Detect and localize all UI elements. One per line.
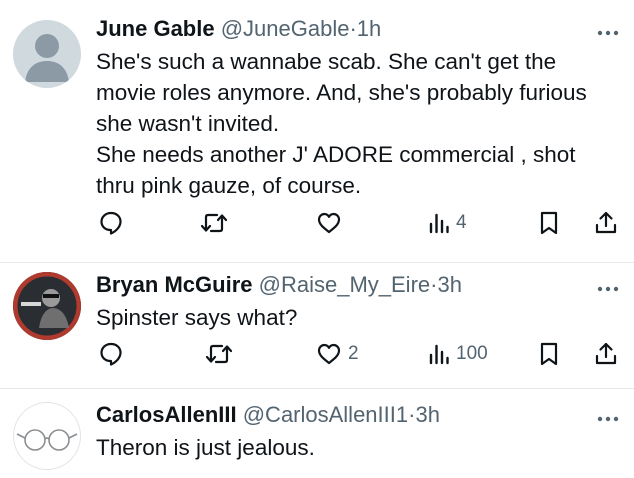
share-icon bbox=[595, 342, 617, 365]
like-icon bbox=[317, 212, 341, 234]
display-name[interactable]: Bryan McGuire bbox=[96, 272, 253, 297]
views-button[interactable]: 4 bbox=[428, 208, 467, 238]
repost-button[interactable] bbox=[200, 208, 234, 238]
display-name[interactable]: CarlosAllenIII bbox=[96, 402, 237, 427]
user-handle[interactable]: @JuneGable bbox=[221, 16, 350, 41]
repost-icon bbox=[200, 213, 228, 233]
views-button[interactable]: 100 bbox=[428, 339, 488, 369]
post-carlos-allen[interactable]: CarlosAllenIII @CarlosAllenIII1·3h Thero… bbox=[0, 388, 634, 478]
more-options-button[interactable] bbox=[596, 281, 620, 292]
bookmark-button[interactable] bbox=[538, 339, 560, 369]
post-text: Theron is just jealous. bbox=[96, 432, 614, 463]
action-bar: 4 bbox=[0, 208, 634, 238]
reply-button[interactable] bbox=[98, 208, 130, 238]
bookmark-icon bbox=[540, 211, 558, 235]
more-options-button[interactable] bbox=[596, 411, 620, 422]
like-icon bbox=[317, 343, 341, 365]
post-header: CarlosAllenIII @CarlosAllenIII1·3h bbox=[96, 402, 440, 428]
user-handle[interactable]: @Raise_My_Eire bbox=[259, 272, 431, 297]
bookmark-button[interactable] bbox=[538, 208, 560, 238]
post-header: June Gable @JuneGable·1h bbox=[96, 16, 381, 42]
views-count: 100 bbox=[456, 343, 488, 364]
avatar[interactable] bbox=[13, 20, 81, 88]
like-button[interactable]: 2 bbox=[316, 339, 359, 369]
views-icon bbox=[429, 344, 449, 365]
repost-icon bbox=[205, 344, 233, 364]
post-header: Bryan McGuire @Raise_My_Eire·3h bbox=[96, 272, 462, 298]
reply-icon bbox=[100, 211, 122, 235]
like-count: 2 bbox=[348, 343, 359, 364]
avatar[interactable] bbox=[13, 402, 81, 470]
post-text-line: Theron is just jealous. bbox=[96, 435, 315, 460]
share-button[interactable] bbox=[594, 339, 618, 369]
more-icon bbox=[597, 416, 619, 422]
profile-photo bbox=[14, 273, 80, 339]
views-icon bbox=[429, 213, 449, 234]
glasses-avatar-icon bbox=[16, 429, 78, 451]
action-bar: 2 100 bbox=[0, 339, 634, 369]
timestamp[interactable]: 3h bbox=[437, 272, 461, 297]
more-options-button[interactable] bbox=[596, 25, 620, 36]
avatar[interactable] bbox=[13, 272, 81, 340]
views-count: 4 bbox=[456, 212, 467, 233]
post-text-line: Spinster says what? bbox=[96, 305, 298, 330]
timestamp[interactable]: 1h bbox=[357, 16, 381, 41]
more-icon bbox=[597, 30, 619, 36]
share-icon bbox=[595, 211, 617, 234]
like-button[interactable] bbox=[316, 208, 348, 238]
repost-button[interactable] bbox=[205, 339, 239, 369]
post-text-line: She needs another J' ADORE commercial , … bbox=[96, 142, 576, 198]
reply-button[interactable] bbox=[98, 339, 130, 369]
separator-dot: · bbox=[349, 16, 357, 41]
bookmark-icon bbox=[540, 342, 558, 366]
share-button[interactable] bbox=[594, 208, 618, 238]
post-bryan-mcguire[interactable]: Bryan McGuire @Raise_My_Eire·3h Spinster… bbox=[0, 262, 634, 389]
display-name[interactable]: June Gable bbox=[96, 16, 215, 41]
post-text: Spinster says what? bbox=[96, 302, 614, 333]
default-avatar-icon bbox=[25, 34, 69, 82]
timestamp[interactable]: 3h bbox=[415, 402, 439, 427]
post-text: She's such a wannabe scab. She can't get… bbox=[96, 46, 614, 201]
user-handle[interactable]: @CarlosAllenIII1 bbox=[243, 402, 408, 427]
post-june-gable[interactable]: June Gable @JuneGable·1h She's such a wa… bbox=[0, 0, 634, 263]
more-icon bbox=[597, 286, 619, 292]
post-text-line: She's such a wannabe scab. She can't get… bbox=[96, 49, 587, 136]
reply-icon bbox=[100, 342, 122, 366]
